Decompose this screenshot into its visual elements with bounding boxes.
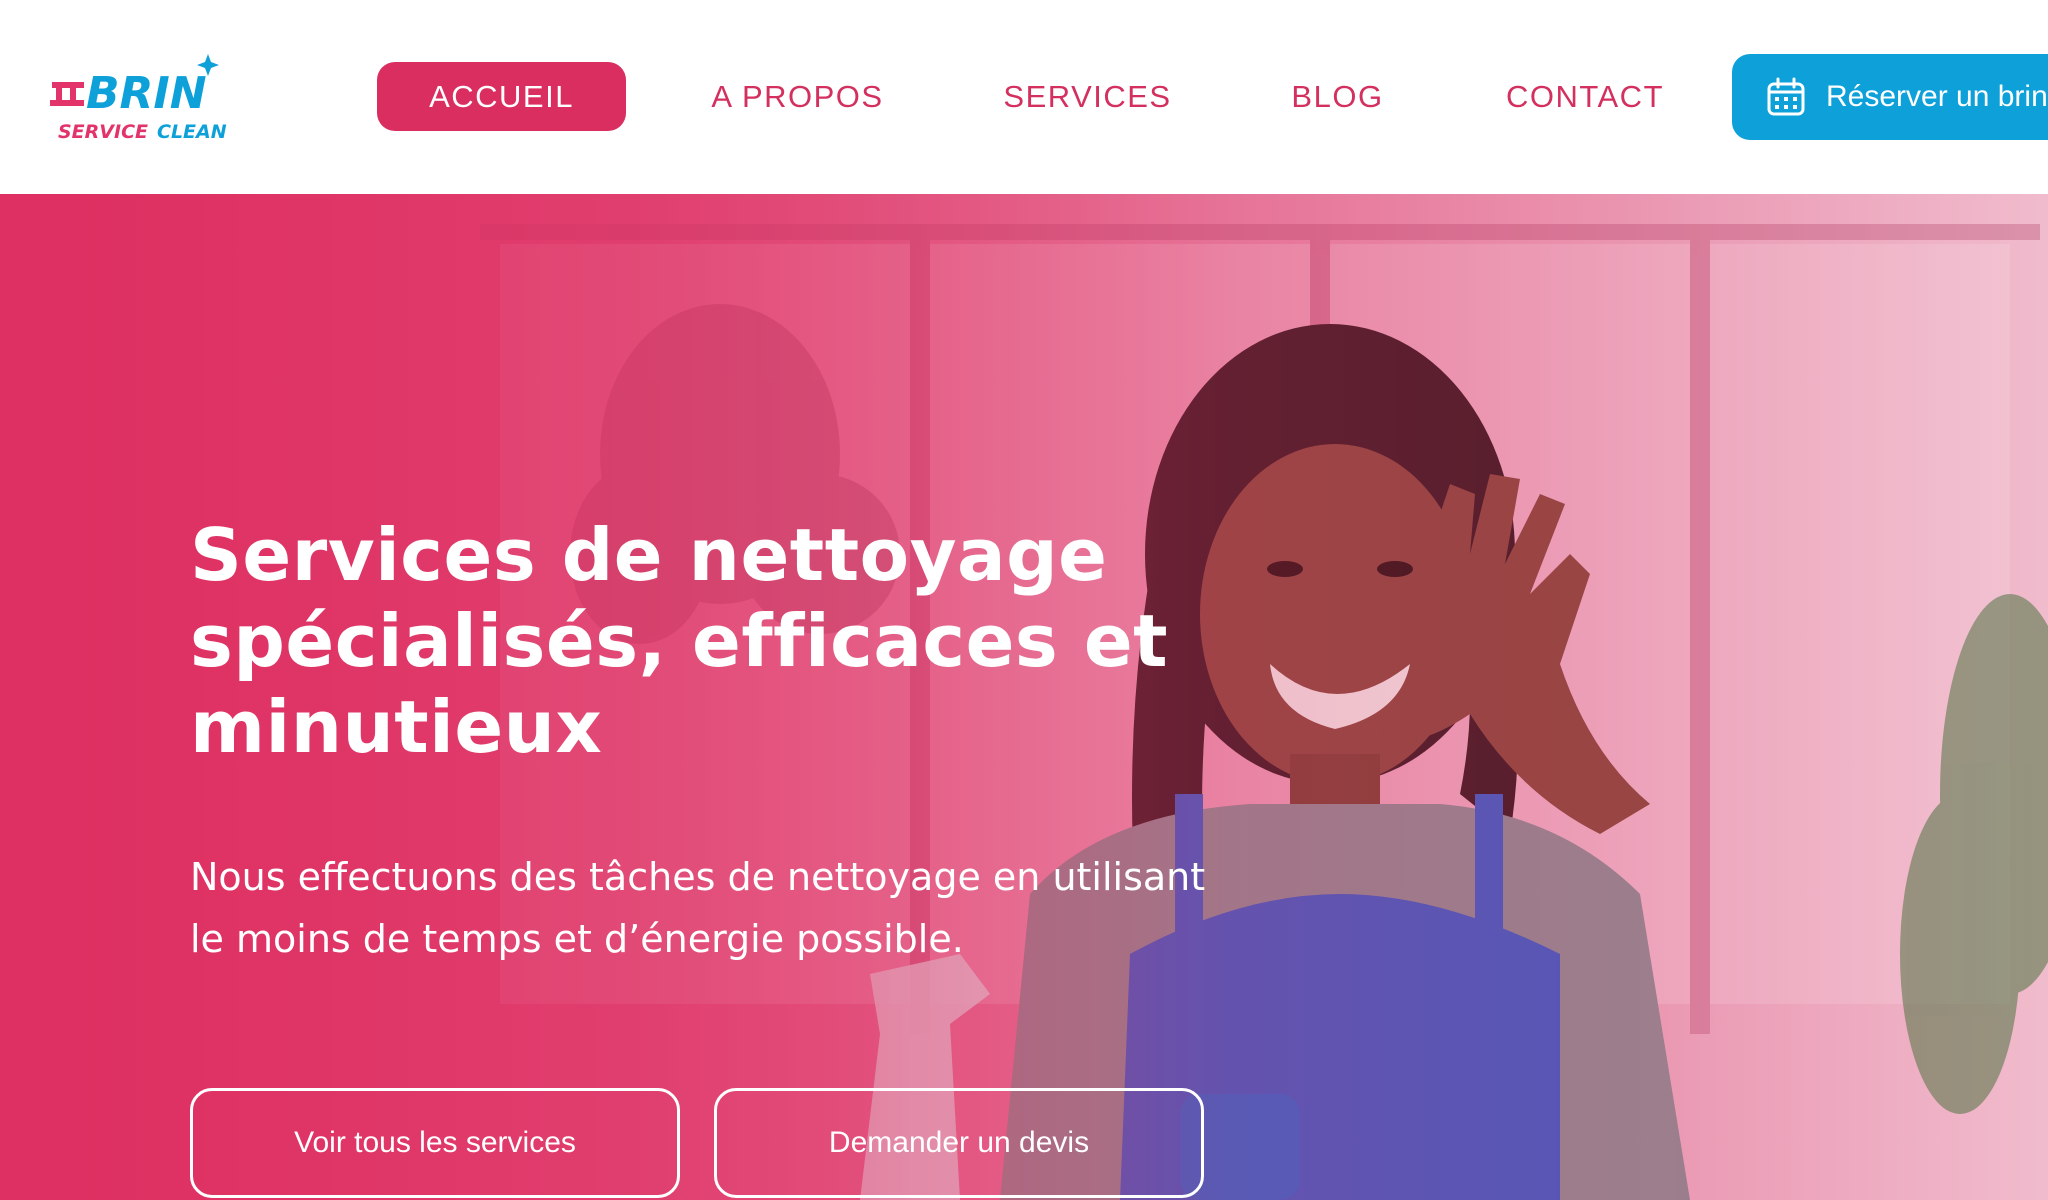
nav-item-a-propos[interactable]: A PROPOS (690, 62, 905, 131)
logo-tagline-service: SERVICE (58, 121, 148, 143)
logo-graphic: BRIN SERVICE CLEAN (50, 54, 227, 143)
brin-logo[interactable]: BRIN SERVICE CLEAN (50, 52, 250, 148)
hero-title: Services de nettoyage spécialisés, effic… (190, 513, 1169, 769)
hero-subtitle: Nous effectuons des tâches de nettoyage … (190, 855, 1206, 961)
logo-tagline-clean: CLEAN (157, 121, 227, 143)
nav-item-label: ACCUEIL (429, 78, 574, 114)
nav-item-contact[interactable]: CONTACT (1490, 62, 1680, 131)
view-all-services-button[interactable]: Voir tous les services (190, 1088, 680, 1198)
nav-item-label: BLOG (1291, 78, 1384, 114)
nav-item-services[interactable]: SERVICES (980, 62, 1195, 131)
site-header: BRIN SERVICE CLEAN ACCUEIL A PROPOS SERV… (0, 0, 2048, 194)
page: BRIN SERVICE CLEAN ACCUEIL A PROPOS SERV… (0, 0, 2048, 1200)
calendar-icon (1767, 77, 1805, 116)
book-cleaning-label: Réserver un brin (1826, 80, 2048, 113)
hero-section: Services de nettoyage spécialisés, effic… (0, 194, 2048, 1200)
nav-item-label: SERVICES (1003, 78, 1172, 114)
view-all-services-label: Voir tous les services (294, 1126, 576, 1159)
nav-item-label: A PROPOS (711, 78, 884, 114)
logo-wordmark: BRIN (86, 68, 207, 119)
request-quote-label: Demander un devis (828, 1126, 1090, 1159)
nav-item-label: CONTACT (1505, 78, 1665, 114)
nav-item-blog[interactable]: BLOG (1260, 62, 1415, 131)
nav-item-accueil[interactable]: ACCUEIL (377, 62, 626, 131)
book-cleaning-button[interactable]: Réserver un brin (1732, 54, 2048, 140)
request-quote-button[interactable]: Demander un devis (714, 1088, 1204, 1198)
